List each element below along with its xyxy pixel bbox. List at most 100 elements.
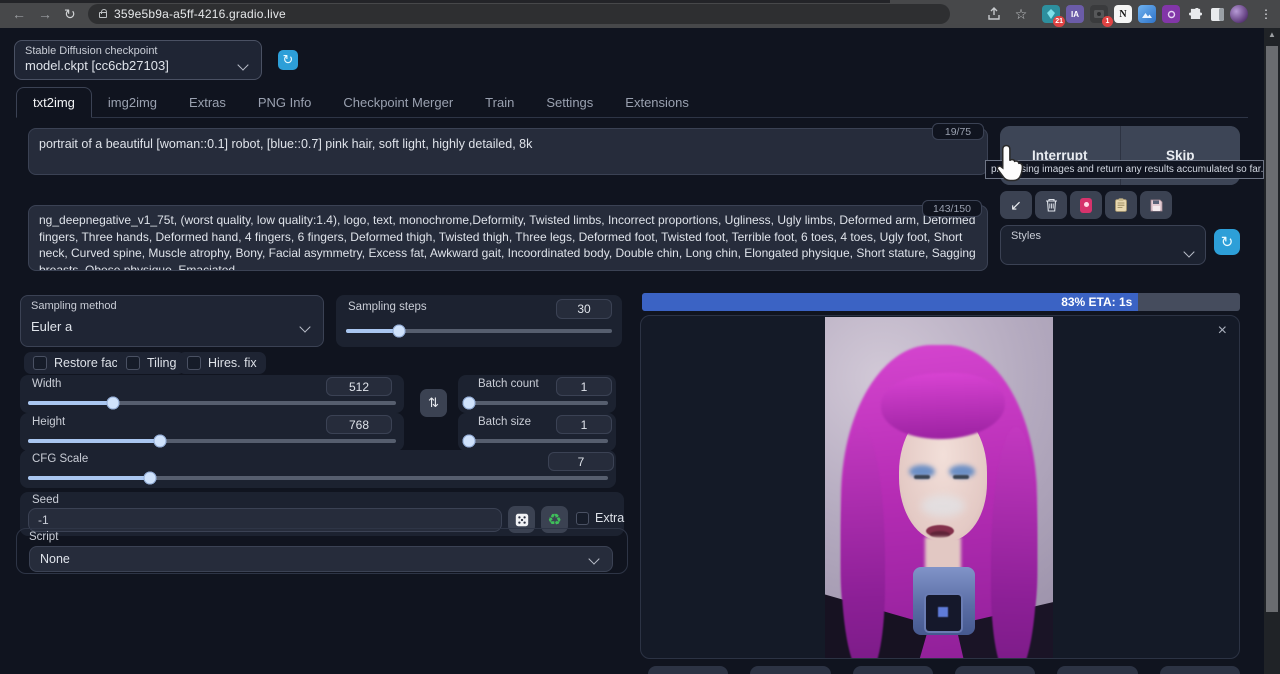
batch-count-label: Batch count (478, 378, 539, 390)
negative-prompt-input[interactable]: ng_deepnegative_v1_75t, (worst quality, … (28, 205, 988, 271)
recycle-icon: ♻ (547, 510, 561, 530)
output-button-3[interactable] (853, 666, 933, 674)
sampling-steps-input[interactable]: 30 (556, 299, 612, 319)
sampling-method-label: Sampling method (21, 296, 323, 312)
tab-txt2img[interactable]: txt2img (16, 87, 92, 118)
floppy-save-icon (1150, 199, 1163, 212)
screenshot-root: ← → ↻ 359e5b9a-a5ff-4216.gradio.live ☆ 2… (0, 0, 1280, 674)
back-icon[interactable]: ← (12, 4, 26, 24)
generated-image[interactable] (825, 317, 1053, 658)
output-button-4[interactable] (955, 666, 1035, 674)
tab-extras[interactable]: Extras (173, 88, 242, 117)
tab-checkpoint-merger[interactable]: Checkpoint Merger (327, 88, 469, 117)
cfg-scale-input[interactable]: 7 (548, 452, 614, 471)
tiling-label: Tiling (147, 356, 176, 370)
address-bar[interactable]: 359e5b9a-a5ff-4216.gradio.live (88, 4, 950, 24)
checkbox-icon (126, 356, 140, 370)
extensions-puzzle-icon[interactable] (1186, 5, 1204, 23)
batch-count-block: Batch count 1 (458, 375, 616, 413)
swap-arrows-icon: ⇅ (428, 395, 439, 411)
checkpoint-value: model.ckpt [cc6cb27103] (15, 57, 261, 73)
save-style-button[interactable] (1140, 191, 1172, 219)
scrollbar-up-icon[interactable]: ▲ (1264, 30, 1280, 39)
forward-icon[interactable]: → (38, 4, 52, 24)
clipboard-icon (1115, 198, 1127, 212)
cfg-scale-block: CFG Scale 7 (20, 450, 616, 488)
tiling-checkbox[interactable]: Tiling (117, 352, 185, 374)
script-block: Script None (16, 528, 628, 574)
checkpoint-dropdown[interactable]: Stable Diffusion checkpoint model.ckpt [… (14, 40, 262, 80)
dice-icon (515, 513, 529, 527)
height-block: Height 768 (20, 413, 404, 451)
extension-image-icon[interactable] (1138, 5, 1156, 23)
sidebar-panel-icon[interactable] (1208, 5, 1226, 23)
chevron-down-icon (588, 553, 599, 564)
reload-icon[interactable]: ↻ (64, 4, 76, 24)
webui-page: Stable Diffusion checkpoint model.ckpt [… (0, 28, 1280, 674)
negative-prompt-token-counter: 143/150 (922, 200, 982, 217)
extension-cam-icon[interactable]: 1 (1090, 5, 1108, 23)
width-block: Width 512 (20, 375, 404, 413)
batch-size-block: Batch size 1 (458, 413, 616, 451)
extension-notion-icon[interactable]: N (1114, 5, 1132, 23)
extension-ia-icon[interactable]: IA (1066, 5, 1084, 23)
scrollbar-thumb[interactable] (1266, 46, 1278, 612)
url-text[interactable]: 359e5b9a-a5ff-4216.gradio.live (114, 7, 286, 21)
share-icon[interactable] (985, 5, 1003, 23)
progress-text: 83% ETA: 1s (1061, 293, 1132, 311)
output-button-1[interactable] (648, 666, 728, 674)
hires-fix-checkbox[interactable]: Hires. fix (178, 352, 266, 374)
cfg-scale-slider[interactable] (28, 476, 608, 480)
bookmark-star-icon[interactable]: ☆ (1012, 5, 1030, 23)
browser-toolbar: ← → ↻ 359e5b9a-a5ff-4216.gradio.live ☆ 2… (0, 0, 1280, 28)
progress-bar: 83% ETA: 1s (642, 293, 1240, 311)
prompt-input[interactable]: portrait of a beautiful [woman::0.1] rob… (28, 128, 988, 175)
mouse-cursor (995, 144, 1025, 182)
tab-train[interactable]: Train (469, 88, 530, 117)
width-slider[interactable] (28, 401, 396, 405)
script-dropdown[interactable]: None (29, 546, 613, 572)
output-button-2[interactable] (750, 666, 830, 674)
extension-pin-icon[interactable]: 21 (1042, 5, 1060, 23)
profile-avatar[interactable] (1230, 5, 1248, 23)
browser-menu-icon[interactable]: ⋮ (1257, 5, 1275, 23)
main-tabs: txt2img img2img Extras PNG Info Checkpoi… (16, 88, 1248, 118)
chevron-down-icon (1183, 246, 1194, 257)
apply-styles-button[interactable] (1105, 191, 1137, 219)
tab-png-info[interactable]: PNG Info (242, 88, 327, 117)
tab-settings[interactable]: Settings (530, 88, 609, 117)
paste-params-button[interactable]: ↙ (1000, 191, 1032, 219)
height-label: Height (32, 416, 65, 428)
sampling-method-dropdown[interactable]: Sampling method Euler a (20, 295, 324, 347)
tab-img2img[interactable]: img2img (92, 88, 173, 117)
output-button-5[interactable] (1057, 666, 1137, 674)
paste-arrow-icon: ↙ (1010, 197, 1022, 214)
width-input[interactable]: 512 (326, 377, 392, 396)
clear-prompt-button[interactable] (1035, 191, 1067, 219)
tab-extensions[interactable]: Extensions (609, 88, 705, 117)
styles-dropdown[interactable]: Styles (1000, 225, 1206, 265)
checkbox-icon (576, 512, 589, 525)
output-button-6[interactable] (1160, 666, 1240, 674)
checkpoint-label: Stable Diffusion checkpoint (15, 41, 261, 57)
batch-size-slider[interactable] (466, 439, 608, 443)
sampling-steps-slider[interactable] (346, 329, 612, 333)
swap-width-height-button[interactable]: ⇅ (420, 389, 447, 417)
page-scrollbar[interactable]: ▲ (1264, 28, 1280, 674)
seed-extra-checkbox[interactable]: Extra (576, 511, 624, 525)
refresh-styles-button[interactable]: ↻ (1214, 229, 1240, 255)
extension-purple-icon[interactable] (1162, 5, 1180, 23)
extra-networks-button[interactable] (1070, 191, 1102, 219)
checkbox-icon (187, 356, 201, 370)
checkbox-icon (33, 356, 47, 370)
extension-cam-badge: 1 (1102, 16, 1113, 27)
batch-size-input[interactable]: 1 (556, 415, 612, 434)
close-icon[interactable]: × (1218, 322, 1227, 340)
height-slider[interactable] (28, 439, 396, 443)
batch-count-input[interactable]: 1 (556, 377, 612, 396)
refresh-checkpoint-button[interactable]: ↻ (278, 50, 298, 70)
batch-count-slider[interactable] (466, 401, 608, 405)
sampling-method-value: Euler a (21, 312, 323, 334)
height-input[interactable]: 768 (326, 415, 392, 434)
prompt-token-counter: 19/75 (932, 123, 984, 140)
